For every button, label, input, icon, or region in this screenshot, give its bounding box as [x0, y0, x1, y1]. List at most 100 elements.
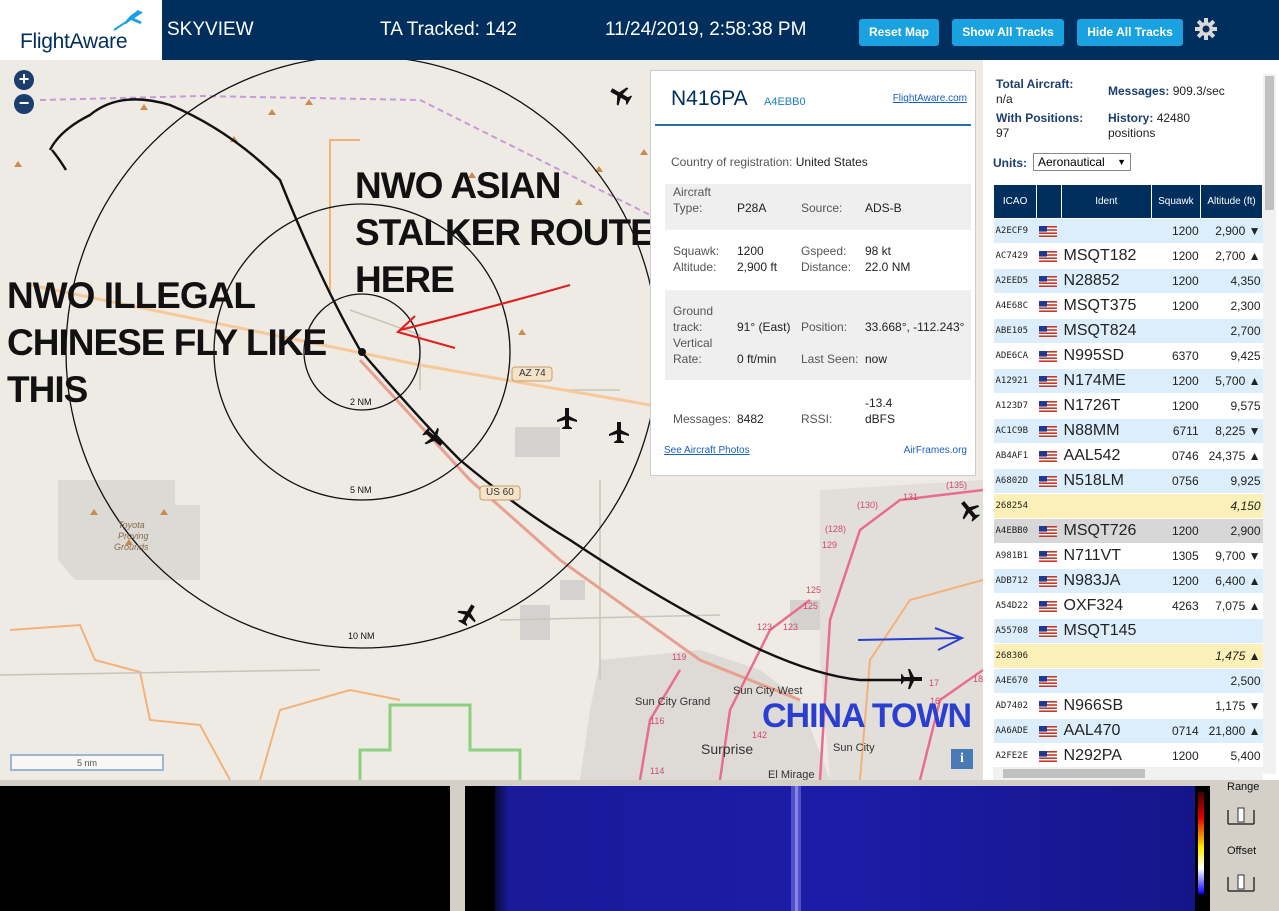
table-row[interactable]: AC7429 MSQT182 1200 2,700 ▲	[993, 243, 1263, 269]
waterfall-frame	[450, 786, 1218, 911]
scrollbar-thumb[interactable]	[1265, 76, 1274, 210]
column-header-ident[interactable]: Ident	[1061, 184, 1152, 219]
route-number: 116	[650, 716, 665, 726]
column-header-altitude[interactable]: Altitude (ft)	[1200, 184, 1263, 219]
us-flag-icon	[1038, 301, 1057, 313]
annotation-illegal-line-1: NWO ILLEGAL	[7, 275, 256, 316]
table-row[interactable]: A2EED5 N28852 1200 4,350	[993, 268, 1263, 294]
table-row[interactable]: A4E68C MSQT375 1200 2,300	[993, 293, 1263, 319]
cell-ident: N174ME	[1061, 368, 1152, 394]
messages-value: 8482	[737, 412, 764, 426]
route-number: 125	[803, 601, 819, 611]
scrollbar-thumb[interactable]	[1003, 769, 1145, 778]
cell-flag	[1036, 443, 1062, 469]
table-row[interactable]: A54D22 OXF324 4263 7,075 ▲	[993, 593, 1263, 619]
cell-ident: N711VT	[1061, 543, 1152, 569]
us-flag-icon	[1038, 476, 1057, 488]
airframes-link[interactable]: AirFrames.org	[904, 445, 967, 456]
cell-icao: ADB712	[993, 568, 1037, 594]
cell-squawk: 0714	[1151, 718, 1201, 744]
table-row[interactable]: A4E670 2,500	[993, 668, 1263, 694]
us-flag-icon	[1038, 376, 1057, 388]
cell-ident	[1061, 643, 1152, 669]
cell-altitude: 6,400 ▲	[1200, 568, 1263, 594]
table-row[interactable]: A55708 MSQT145	[993, 618, 1263, 644]
rssi-label: RSSI:	[801, 412, 833, 426]
cell-flag	[1036, 543, 1062, 569]
cell-altitude: 1,475 ▲	[1200, 643, 1263, 669]
cell-ident	[1061, 493, 1152, 519]
cell-icao: A123D7	[993, 393, 1037, 419]
cell-squawk	[1151, 643, 1201, 669]
with-positions-value: 97	[996, 126, 1010, 140]
range-slider[interactable]	[1226, 806, 1256, 828]
cell-icao: A6802D	[993, 468, 1037, 494]
table-horizontal-scrollbar[interactable]	[993, 767, 1263, 780]
table-row[interactable]: A2FE2E N292PA 1200 5,400	[993, 743, 1263, 769]
route-number: 125	[806, 585, 822, 595]
table-row[interactable]: ADB712 N983JA 1200 6,400 ▲	[993, 568, 1263, 594]
cell-squawk	[1151, 693, 1201, 719]
table-row[interactable]: ABE105 MSQT824 2,700	[993, 318, 1263, 344]
show-all-tracks-button[interactable]: Show All Tracks	[952, 19, 1064, 46]
chevron-down-icon: ▼	[1117, 157, 1126, 167]
offset-slider[interactable]	[1226, 873, 1256, 895]
map-view[interactable]: + − AZ 74 US 60 2 NM 5 NM 10 NM Toyota P…	[0, 60, 983, 780]
cell-altitude: 1,175 ▼	[1200, 693, 1263, 719]
map-info-button[interactable]: i	[951, 749, 973, 769]
cell-flag	[1036, 343, 1062, 369]
offset-label: Offset	[1227, 845, 1257, 857]
table-row[interactable]: A123D7 N1726T 1200 9,575	[993, 393, 1263, 419]
table-row[interactable]: A2ECF9 1200 2,900 ▼	[993, 218, 1263, 244]
cell-flag	[1036, 318, 1062, 344]
place-toyota-2: Proving	[118, 531, 149, 541]
annotation-stalker-line-2: STALKER ROUTES	[355, 212, 678, 253]
units-select[interactable]: Aeronautical ▼	[1033, 153, 1131, 171]
cell-altitude: 2,900	[1200, 518, 1263, 544]
squawk-value: 1200	[737, 244, 764, 258]
table-vertical-scrollbar[interactable]	[1263, 74, 1276, 774]
zoom-out-button[interactable]: −	[14, 94, 34, 114]
cell-ident: N983JA	[1061, 568, 1152, 594]
cell-ident: MSQT145	[1061, 618, 1152, 644]
reset-map-button[interactable]: Reset Map	[859, 19, 939, 46]
cell-squawk: 1305	[1151, 543, 1201, 569]
table-row[interactable]: ADE6CA N995SD 6370 9,425	[993, 343, 1263, 369]
ring-label-10nm: 10 NM	[348, 631, 375, 641]
us-flag-icon	[1038, 426, 1057, 438]
us-flag-icon	[1038, 701, 1057, 713]
distance-value: 22.0 NM	[865, 260, 911, 274]
zoom-in-button[interactable]: +	[14, 70, 34, 90]
cell-icao: 268254	[993, 493, 1037, 519]
table-row[interactable]: AC1C9B N88MM 6711 8,225 ▼	[993, 418, 1263, 444]
table-row[interactable]: 268254 4,150	[993, 493, 1263, 519]
cell-ident: N292PA	[1061, 743, 1152, 769]
table-row[interactable]: AB4AF1 AAL542 0746 24,375 ▲	[993, 443, 1263, 469]
cell-altitude: 24,375 ▲	[1200, 443, 1263, 469]
annotation-illegal-line-3: THIS	[7, 369, 88, 410]
hide-all-tracks-button[interactable]: Hide All Tracks	[1077, 19, 1183, 46]
table-row[interactable]: A4EBB0 MSQT726 1200 2,900	[993, 518, 1263, 544]
cell-ident: AAL470	[1061, 718, 1152, 744]
column-header-flag[interactable]	[1036, 184, 1063, 219]
cell-ident: N518LM	[1061, 468, 1152, 494]
table-row[interactable]: AD7402 N966SB 1,175 ▼	[993, 693, 1263, 719]
column-header-icao[interactable]: ICAO	[992, 184, 1038, 219]
scale-bar: 5 nm	[10, 754, 164, 771]
cell-squawk: 6711	[1151, 418, 1201, 444]
flightaware-logo[interactable]: FlightAware	[0, 0, 162, 60]
route-number: 17	[929, 678, 940, 688]
flightaware-link[interactable]: FlightAware.com	[893, 93, 967, 104]
table-row[interactable]: A6802D N518LM 0756 9,925	[993, 468, 1263, 494]
cell-icao: A54D22	[993, 593, 1037, 619]
table-row[interactable]: AA6ADE AAL470 0714 21,800 ▲	[993, 718, 1263, 744]
altitude-value: 2,900 ft	[737, 260, 778, 274]
table-row[interactable]: A12921 N174ME 1200 5,700 ▲	[993, 368, 1263, 394]
column-header-squawk[interactable]: Squawk	[1150, 184, 1202, 219]
table-row[interactable]: A981B1 N711VT 1305 9,700 ▼	[993, 543, 1263, 569]
cell-flag	[1036, 693, 1062, 719]
table-row[interactable]: 268306 1,475 ▲	[993, 643, 1263, 669]
aircraft-photos-link[interactable]: See Aircraft Photos	[664, 445, 750, 456]
us-flag-icon	[1038, 226, 1057, 238]
gear-icon[interactable]	[1193, 16, 1219, 42]
